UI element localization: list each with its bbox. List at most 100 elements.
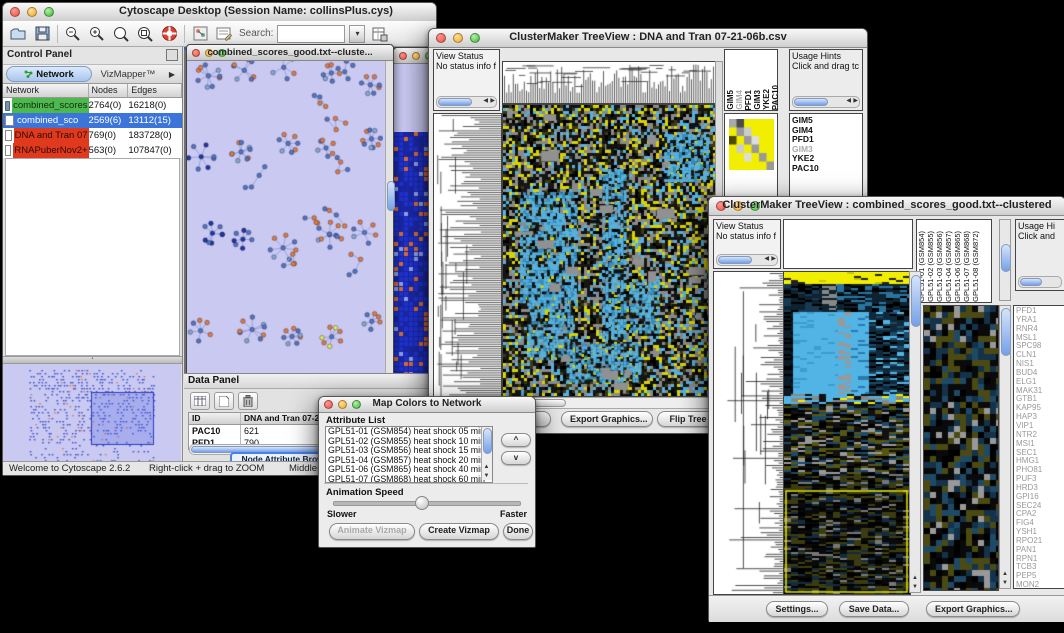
column-label[interactable]: GPL51-08 (GSM872)	[972, 231, 980, 302]
global-heatmap[interactable]	[502, 104, 716, 397]
network-table-row[interactable]: combined_sco 2569(6) 13112(15)	[3, 113, 182, 128]
scrollbar-thumb[interactable]	[483, 428, 492, 454]
minimize-icon[interactable]	[412, 52, 420, 60]
minimize-button[interactable]	[27, 7, 37, 17]
col-nodes[interactable]: Nodes	[89, 84, 129, 97]
scrollbar-thumb[interactable]	[1001, 308, 1011, 356]
zoom-vscrollbar[interactable]: ▲▼	[999, 305, 1011, 589]
animate-vizmap-button[interactable]: Animate Vizmap	[329, 523, 415, 540]
network-table-row[interactable]: RNAPuberNov2+ 563(0) 107847(0)	[3, 143, 182, 158]
move-up-button[interactable]: ^	[501, 433, 531, 447]
modify-network-icon[interactable]	[191, 25, 209, 43]
column-dendrogram-area[interactable]	[783, 219, 913, 269]
scrollbar-thumb[interactable]	[387, 181, 395, 211]
move-down-button[interactable]: v	[501, 451, 531, 465]
col-edges[interactable]: Edges	[128, 84, 182, 97]
scrollbar-thumb[interactable]	[1020, 278, 1042, 286]
column-label[interactable]: GPL51-04 (GSM857)	[945, 231, 953, 302]
search-area: Search: ▾	[239, 25, 365, 43]
view-status-scrollbar[interactable]: ◀▶	[716, 254, 778, 266]
open-folder-icon[interactable]	[9, 25, 27, 43]
help-lifering-icon[interactable]	[160, 25, 178, 43]
search-dropdown-arrow-icon[interactable]: ▾	[349, 25, 365, 43]
gene-list: PFD1YRA1RNR4MSL1SPC98CLN1NIS1BUD4ELG1MAK…	[1013, 305, 1064, 589]
global-heatmap[interactable]	[783, 271, 911, 595]
column-label[interactable]: GPL51-06 (GSM865)	[954, 231, 962, 302]
view-status-text: No status info f	[436, 61, 497, 71]
close-icon[interactable]	[399, 52, 407, 60]
search-input[interactable]	[277, 25, 345, 43]
row-label[interactable]: PAC10	[790, 164, 862, 174]
heatmap-vscrollbar[interactable]: ▲▼	[909, 271, 921, 593]
column-label[interactable]: GIM5	[727, 90, 735, 110]
panel-divider[interactable]: •	[3, 356, 182, 364]
save-icon[interactable]	[33, 25, 51, 43]
network-table-row[interactable]: DNA and Tran 07 769(0) 183728(0)	[3, 128, 182, 143]
row-dendrogram[interactable]	[433, 113, 502, 397]
new-attribute-icon[interactable]	[214, 392, 234, 410]
float-panel-icon[interactable]	[166, 49, 178, 61]
network-vertical-scrollbar[interactable]	[385, 61, 393, 374]
done-button[interactable]: Done	[503, 523, 533, 540]
zoom-heatmap[interactable]	[923, 305, 999, 591]
zoom-selected-icon[interactable]	[112, 25, 130, 43]
scrollbar-thumb[interactable]	[438, 98, 472, 106]
annotation-icon[interactable]	[215, 25, 233, 43]
scrollbar-thumb[interactable]	[718, 256, 752, 264]
create-vizmap-button[interactable]: Create Vizmap	[419, 523, 499, 540]
scrollbar-thumb[interactable]	[1001, 244, 1011, 272]
column-label[interactable]: GIM4	[736, 90, 744, 110]
column-dendrogram[interactable]	[502, 61, 716, 104]
tab-vizmapper[interactable]: VizMapper™	[92, 69, 164, 80]
gene-label[interactable]: MON2	[1014, 581, 1064, 589]
scrollbar-thumb[interactable]	[794, 98, 828, 106]
usage-hints-title: Usage Hints	[792, 51, 860, 61]
column-label[interactable]: GPL51-07 (GSM868)	[963, 231, 971, 302]
attribute-listbox[interactable]: GPL51-01 (GSM854) heat shock 05 minGPL51…	[325, 426, 493, 483]
zoom-fit-icon[interactable]	[136, 25, 154, 43]
attribute-item[interactable]: GPL51-07 (GSM868) heat shock 60 min	[326, 475, 492, 483]
delete-attribute-trash-icon[interactable]	[238, 392, 258, 410]
save-data-button[interactable]: Save Data...	[839, 601, 909, 617]
network-graph-canvas[interactable]	[187, 61, 383, 374]
frame-titlebar[interactable]: combined_scores_good.txt--cluste...	[187, 45, 393, 61]
tab-overflow-arrow[interactable]: ▶	[164, 70, 180, 79]
column-label[interactable]: GPL51-03 (GSM856)	[936, 231, 944, 302]
settings-button[interactable]: Settings...	[766, 601, 828, 617]
zoom-in-icon[interactable]	[88, 25, 106, 43]
column-label[interactable]: YKE2	[763, 89, 771, 110]
usage-hints-scrollbar[interactable]: ◀▶	[792, 96, 860, 108]
network-table-row[interactable]: combined_scores 2764(0) 16218(0)	[3, 98, 182, 113]
view-status-scrollbar[interactable]: ◀▶	[436, 96, 497, 108]
main-titlebar[interactable]: Cytoscape Desktop (Session Name: collins…	[3, 3, 436, 22]
col-id[interactable]: ID	[189, 413, 241, 424]
status-zoom-hint: Right-click + drag to ZOOM	[149, 463, 264, 474]
close-button[interactable]	[10, 7, 20, 17]
tv1-titlebar[interactable]: ClusterMaker TreeView : DNA and Tran 07-…	[429, 29, 867, 48]
network-view-frame[interactable]: combined_scores_good.txt--cluste...	[186, 44, 394, 376]
labels-vscrollbar[interactable]	[999, 219, 1011, 301]
export-graphics-button[interactable]: Export Graphics...	[561, 411, 653, 427]
attribute-list-scrollbar[interactable]: ▲▼	[481, 427, 492, 480]
birdseye-view[interactable]	[3, 364, 181, 468]
usage-hints-scrollbar[interactable]	[1018, 276, 1062, 288]
tab-network[interactable]: Network	[6, 66, 92, 82]
scrollbar-thumb[interactable]	[911, 275, 921, 327]
zoom-button[interactable]	[44, 7, 54, 17]
row-dendrogram[interactable]	[713, 271, 785, 595]
zoom-heatmap-matrix[interactable]	[729, 119, 774, 170]
tv2-titlebar[interactable]: ClusterMaker TreeView : combined_scores_…	[709, 197, 1064, 216]
attribute-browser-icon[interactable]	[371, 25, 389, 43]
export-graphics-button[interactable]: Export Graphics...	[926, 601, 1020, 617]
column-label[interactable]: PAC10	[772, 85, 780, 110]
speed-slider-thumb[interactable]	[415, 496, 429, 510]
tv1-title: ClusterMaker TreeView : DNA and Tran 07-…	[429, 31, 867, 43]
dialog-titlebar[interactable]: Map Colors to Network	[319, 397, 535, 413]
zoom-out-icon[interactable]	[64, 25, 82, 43]
network-tree-area[interactable]	[5, 158, 180, 356]
column-label[interactable]: PFD1	[745, 90, 753, 110]
col-network[interactable]: Network	[3, 84, 89, 97]
attribute-table-icon[interactable]	[190, 392, 210, 410]
column-label[interactable]: GPL51-02 (GSM855)	[927, 231, 935, 302]
column-label[interactable]: GIM3	[754, 90, 762, 110]
